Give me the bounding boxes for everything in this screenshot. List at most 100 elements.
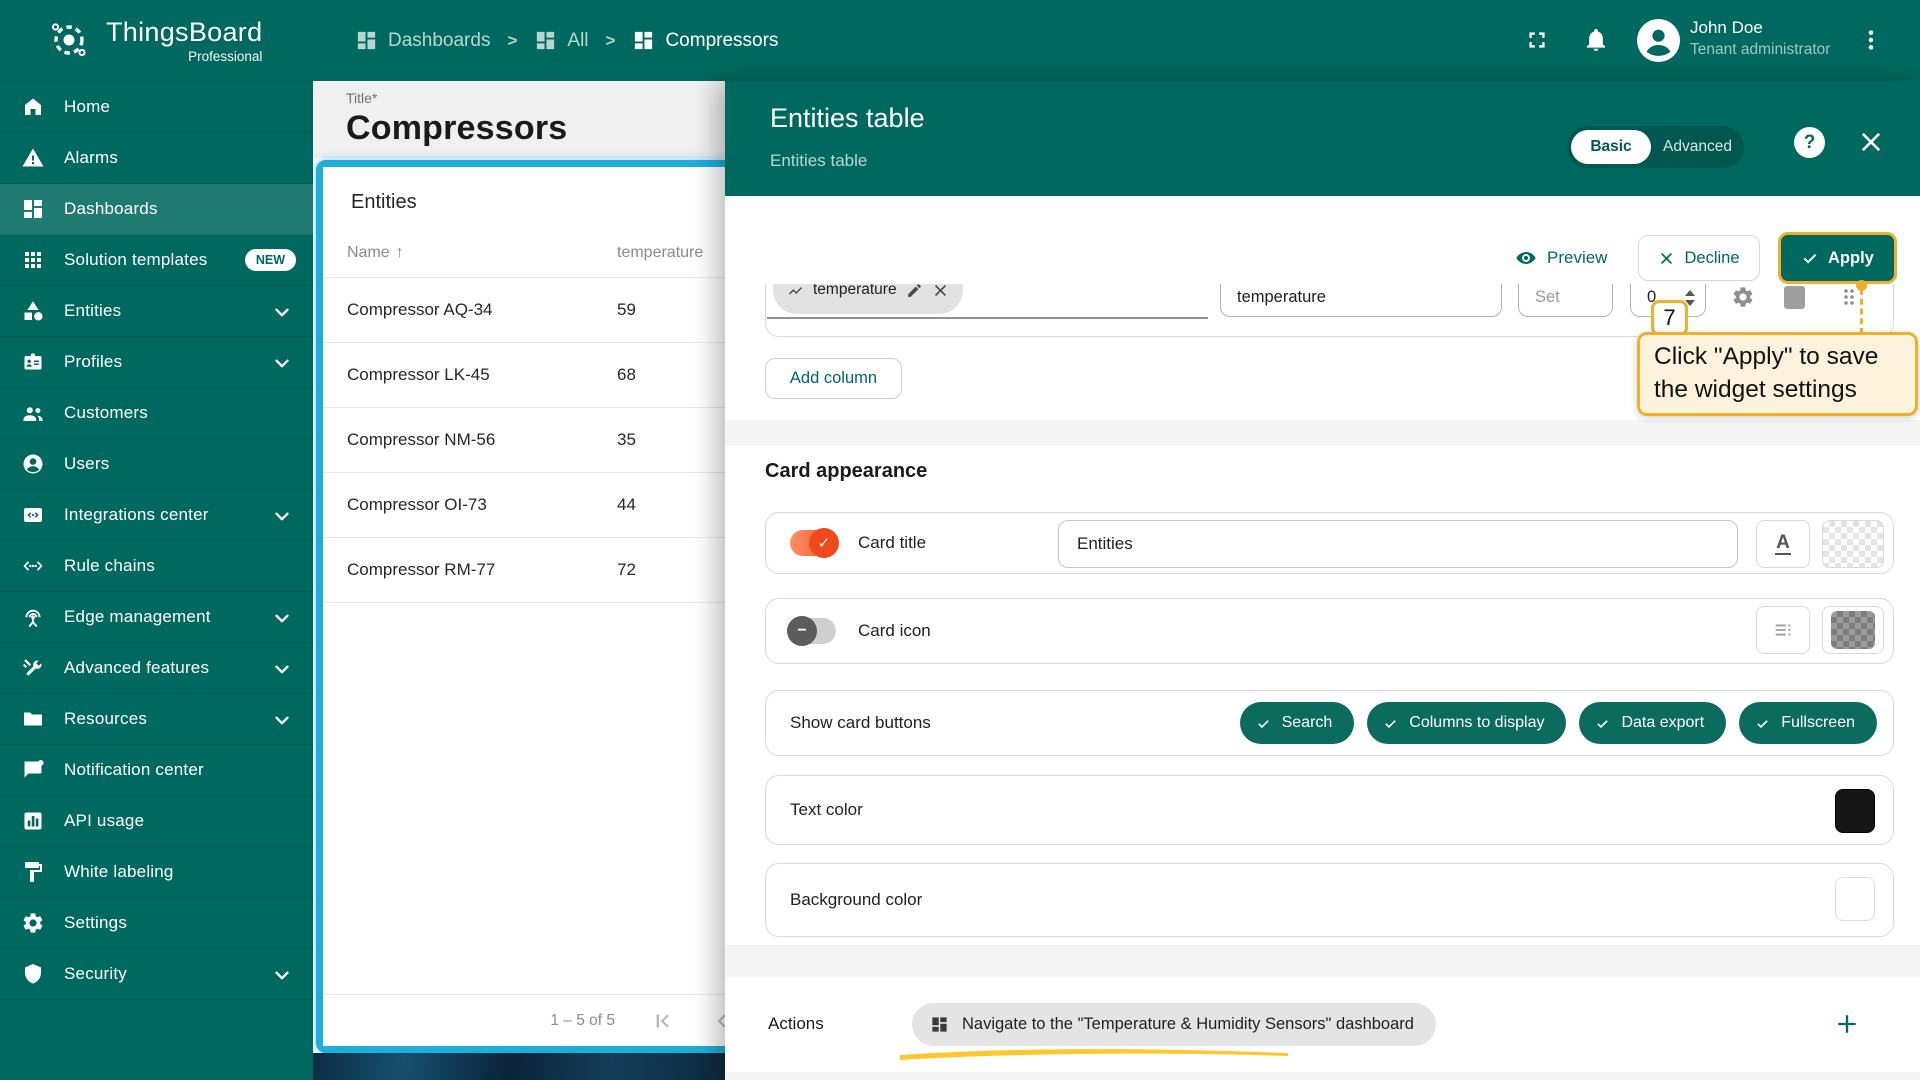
cell-name: Compressor LK-45	[347, 365, 490, 384]
sidebar-item-advanced-features[interactable]: Advanced features	[0, 643, 313, 694]
add-column-button[interactable]: Add column	[765, 358, 902, 399]
sidebar-item-label: Resources	[64, 709, 148, 728]
remove-key-icon[interactable]	[932, 284, 949, 299]
people-icon	[21, 401, 45, 425]
sidebar-item-notification-center[interactable]: Notification center	[0, 745, 313, 796]
card-title-input[interactable]	[1058, 520, 1738, 568]
sidebar-item-alarms[interactable]: Alarms	[0, 133, 313, 184]
column-label-field[interactable]: temperature	[1220, 284, 1502, 317]
sidebar-item-settings[interactable]: Settings	[0, 898, 313, 949]
help-button[interactable]: ?	[1794, 127, 1825, 158]
decline-button[interactable]: Decline	[1638, 235, 1760, 281]
icon-color-button[interactable]	[1822, 606, 1884, 654]
cell-temperature: 72	[617, 560, 636, 579]
table-row[interactable]: Compressor RM-77 72	[323, 538, 749, 603]
sidebar-item-users[interactable]: Users	[0, 439, 313, 490]
column-header-temperature[interactable]: temperature	[617, 244, 703, 262]
card-button-search[interactable]: Search	[1239, 702, 1355, 744]
sidebar-item-home[interactable]: Home	[0, 82, 313, 133]
show-card-buttons-row: Show card buttons Search Columns to disp…	[765, 690, 1894, 756]
notifications-bell-icon[interactable]	[1583, 27, 1609, 53]
sidebar-item-resources[interactable]: Resources	[0, 694, 313, 745]
text-color-swatch[interactable]	[1835, 789, 1875, 833]
card-button-fullscreen[interactable]: Fullscreen	[1739, 702, 1877, 744]
thingsboard-logo: ThingsBoard Professional	[46, 17, 262, 64]
sidebar-item-api-usage[interactable]: API usage	[0, 796, 313, 847]
x-icon	[1661, 252, 1673, 264]
sidebar-item-label: Solution templates	[64, 250, 208, 269]
icon-select-button[interactable]	[1756, 606, 1810, 654]
title-color-button[interactable]	[1822, 520, 1884, 568]
sidebar-item-label: White labeling	[64, 862, 174, 881]
first-page-icon[interactable]	[649, 1008, 675, 1034]
fullscreen-icon[interactable]	[1524, 27, 1550, 53]
new-badge: NEW	[244, 249, 296, 271]
sidebar-item-label: Users	[64, 454, 110, 473]
more-vert-icon[interactable]	[1858, 27, 1884, 53]
background-color-row: Background color	[765, 863, 1894, 937]
sidebar-item-label: Advanced features	[64, 658, 210, 677]
apply-button[interactable]: Apply	[1778, 232, 1897, 284]
sidebar-item-security[interactable]: Security	[0, 949, 313, 1000]
card-button-columns-to-display[interactable]: Columns to display	[1367, 702, 1567, 744]
tour-tooltip: Click "Apply" to save the widget setting…	[1637, 332, 1918, 416]
data-key-chip[interactable]: temperature	[773, 284, 963, 314]
table-pagination: 1 – 5 of 5	[323, 994, 749, 1046]
dashboard-title[interactable]: Compressors	[346, 109, 725, 148]
card-title-toggle[interactable]: ✓	[790, 528, 839, 558]
breadcrumb-label: Dashboards	[388, 29, 491, 51]
home-icon	[21, 95, 45, 119]
person-icon	[21, 452, 45, 476]
sidebar-item-white-labeling[interactable]: White labeling	[0, 847, 313, 898]
sidebar-item-rule-chains[interactable]: Rule chains	[0, 541, 313, 592]
table-row[interactable]: Compressor OI-73 44	[323, 473, 749, 538]
column-color-swatch[interactable]	[1784, 286, 1805, 309]
close-icon[interactable]	[1857, 128, 1885, 156]
background-color-swatch[interactable]	[1835, 877, 1875, 921]
sidebar-item-edge-management[interactable]: Edge management	[0, 592, 313, 643]
chart-icon	[21, 809, 45, 833]
badge-icon	[21, 350, 45, 374]
table-row[interactable]: Compressor NM-56 35	[323, 408, 749, 473]
chevron-down-icon	[271, 964, 293, 986]
plus-icon	[1838, 1015, 1856, 1033]
preview-button[interactable]: Preview	[1515, 235, 1607, 281]
breadcrumb-item-dashboards[interactable]: Dashboards	[355, 29, 490, 52]
action-item-label: Navigate to the "Temperature & Humidity …	[962, 1015, 1414, 1033]
breadcrumb-item-all[interactable]: All	[534, 29, 589, 52]
settings-subtitle: Entities table	[770, 151, 868, 170]
column-settings-gear-icon[interactable]	[1731, 285, 1755, 309]
avatar[interactable]	[1637, 19, 1680, 62]
sidebar-item-dashboards[interactable]: Dashboards	[0, 184, 313, 235]
table-row[interactable]: Compressor AQ-34 59	[323, 278, 749, 343]
breadcrumb-separator: >	[507, 30, 518, 50]
card-button-data-export[interactable]: Data export	[1579, 702, 1727, 744]
dashboard-icon	[632, 29, 655, 52]
sidebar-item-integrations-center[interactable]: Integrations center	[0, 490, 313, 541]
breadcrumb-label: Compressors	[665, 29, 779, 51]
sidebar-item-customers[interactable]: Customers	[0, 388, 313, 439]
selected-widget-frame[interactable]: Entities Name ↑ temperature Compressor A…	[316, 160, 756, 1053]
integration-icon	[21, 503, 45, 527]
mode-advanced-button[interactable]: Advanced	[1651, 138, 1744, 156]
sidebar-item-entities[interactable]: Entities	[0, 286, 313, 337]
settings-mode-toggle: Basic Advanced	[1567, 126, 1744, 168]
table-row[interactable]: Compressor LK-45 68	[323, 343, 749, 408]
card-icon-toggle[interactable]: −	[787, 616, 836, 646]
column-header-name[interactable]: Name ↑	[347, 244, 617, 262]
sidebar-item-solution-templates[interactable]: Solution templates NEW	[0, 235, 313, 286]
breadcrumb-item-compressors[interactable]: Compressors	[632, 29, 778, 52]
check-icon	[1383, 716, 1398, 731]
cell-temperature: 44	[617, 495, 636, 514]
user-info[interactable]: John Doe Tenant administrator	[1690, 18, 1850, 59]
title-font-settings-button[interactable]: A	[1756, 520, 1810, 568]
sidebar-item-profiles[interactable]: Profiles	[0, 337, 313, 388]
thingsboard-logo-icon	[46, 18, 92, 64]
action-item-chip[interactable]: Navigate to the "Temperature & Humidity …	[912, 1003, 1436, 1046]
mode-basic-button[interactable]: Basic	[1571, 130, 1651, 164]
add-action-button[interactable]	[1829, 1006, 1865, 1042]
card-button-label: Fullscreen	[1781, 714, 1855, 731]
column-width-set-field[interactable]: Set	[1518, 284, 1613, 317]
edit-pencil-icon[interactable]	[906, 284, 923, 299]
card-title-row: ✓ Card title A	[765, 512, 1894, 574]
